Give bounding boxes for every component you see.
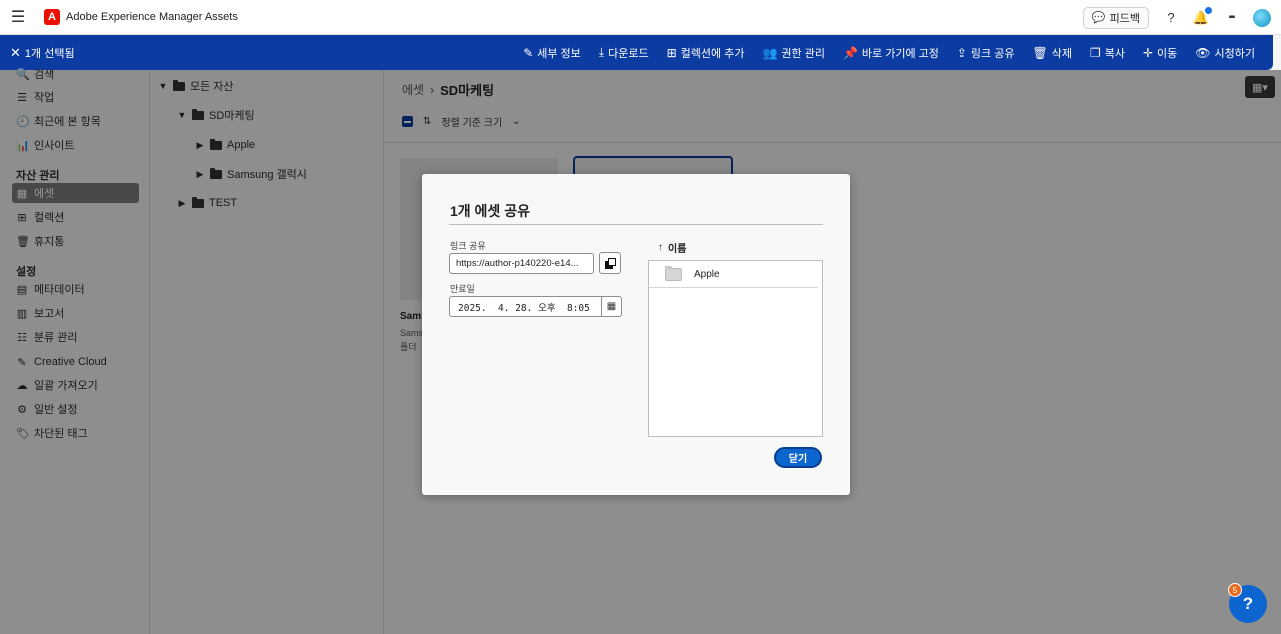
notification-bell-icon[interactable]: 🔔 — [1193, 6, 1212, 26]
feedback-icon: 💬 — [1091, 12, 1106, 24]
close-button[interactable]: 닫기 — [774, 447, 822, 468]
header-tools: 💬 피드백 ? 🔔 ▪▪▪ — [1082, 0, 1271, 35]
action-pin-shortcut-button[interactable]: 📌 바로 가기에 고정 — [843, 45, 939, 61]
copy-icon — [604, 257, 616, 269]
help-badge-count: 5 — [1228, 583, 1242, 597]
feedback-button[interactable]: 💬 피드백 — [1082, 6, 1149, 29]
eye-icon: 👁 — [1195, 45, 1211, 60]
notification-dot — [1205, 6, 1212, 14]
selection-action-bar: ✕ 1개 선택됨 ✎ 세부 정보 ⤓ 다운로드 ⊞ 컬렉션에 추가 👥 권한 관리 📌 바… — [0, 35, 1273, 70]
list-column-header[interactable]: ↑ 이름 — [658, 240, 686, 255]
app-switcher-icon[interactable]: ▪▪▪ — [1223, 10, 1239, 26]
download-icon: ⤓ — [598, 45, 605, 59]
expiry-date-label: 만료일 — [450, 284, 475, 294]
user-avatar[interactable] — [1253, 8, 1271, 27]
action-share-link-button[interactable]: ⇪ 링크 공유 — [957, 45, 1015, 61]
expiry-date-field[interactable]: 2025. 4. 28. 오후 8:05 — [449, 296, 601, 317]
edit-icon: ✎ — [523, 45, 534, 60]
action-watch-button[interactable]: 👁 시청하기 — [1195, 45, 1255, 61]
trash-icon: 🗑 — [1032, 45, 1048, 60]
help-icon[interactable]: ? — [1163, 10, 1179, 26]
users-icon: 👥 — [762, 45, 778, 60]
selection-count-label: 1개 선택됨 — [24, 47, 75, 60]
share-icon: ⇪ — [956, 45, 967, 60]
copy-icon: ❐ — [1089, 45, 1101, 60]
share-asset-dialog: 1개 에셋 공유 링크 공유 https://author-p140220-e1… — [422, 174, 850, 495]
action-download-button[interactable]: ⤓ 다운로드 — [599, 45, 649, 61]
collection-icon: ⊞ — [666, 45, 677, 60]
copy-link-button[interactable] — [599, 252, 621, 274]
close-selection-icon[interactable]: ✕ — [10, 45, 21, 61]
folder-icon — [665, 265, 682, 281]
list-item[interactable]: Apple — [649, 261, 818, 288]
pin-icon: 📌 — [842, 45, 858, 60]
app-header: ☰ A Adobe Experience Manager Assets 💬 피드… — [0, 0, 1281, 35]
app-title: Adobe Experience Manager Assets — [66, 11, 238, 23]
dialog-divider — [449, 224, 823, 225]
action-move-button[interactable]: ✛ 이동 — [1143, 45, 1177, 61]
action-manage-permissions-button[interactable]: 👥 권한 관리 — [762, 45, 825, 61]
action-add-to-collection-button[interactable]: ⊞ 컬렉션에 추가 — [667, 45, 745, 61]
calendar-icon[interactable]: ▦ — [601, 296, 622, 317]
shared-items-list: Apple — [648, 260, 823, 437]
action-list: ✎ 세부 정보 ⤓ 다운로드 ⊞ 컬렉션에 추가 👥 권한 관리 📌 바로 가기에 고정 … — [523, 35, 1255, 70]
sort-ascending-icon: ↑ — [658, 242, 663, 253]
action-delete-button[interactable]: 🗑 삭제 — [1032, 45, 1071, 61]
move-icon: ✛ — [1142, 45, 1154, 60]
adobe-logo: A — [44, 9, 60, 25]
hamburger-menu-icon[interactable]: ☰ — [0, 0, 36, 35]
action-details-button[interactable]: ✎ 세부 정보 — [523, 45, 581, 61]
action-copy-button[interactable]: ❐ 복사 — [1090, 45, 1125, 61]
dialog-title: 1개 에셋 공유 — [450, 203, 530, 219]
feedback-label: 피드백 — [1109, 12, 1140, 25]
share-link-field[interactable]: https://author-p140220-e14... — [449, 253, 594, 274]
share-link-label: 링크 공유 — [450, 241, 486, 251]
